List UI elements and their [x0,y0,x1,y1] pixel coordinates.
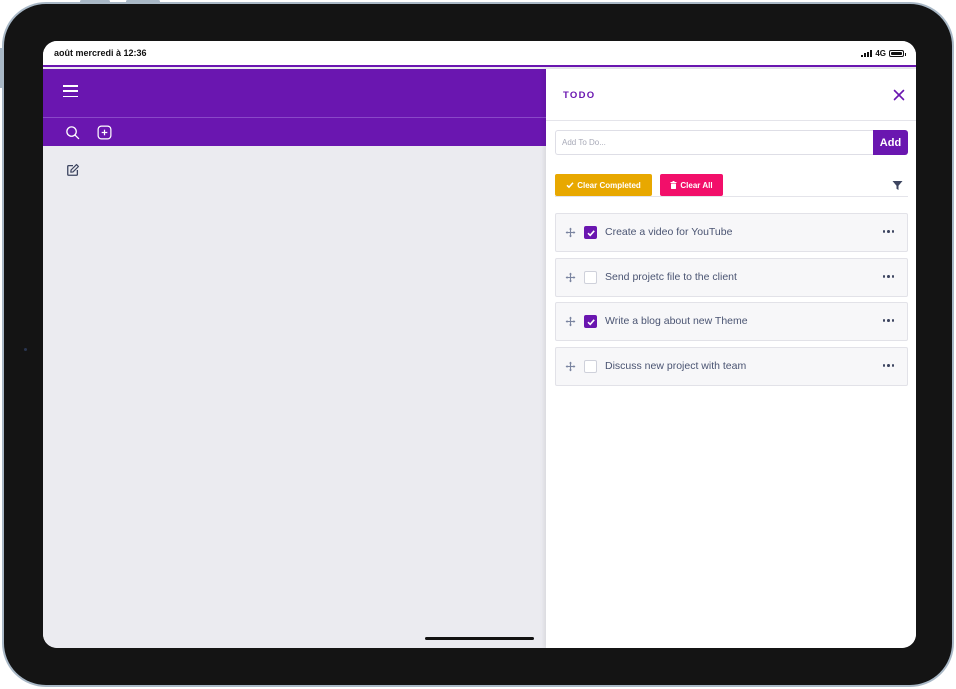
drag-handle-icon[interactable] [565,272,576,283]
todo-checkbox[interactable] [584,315,597,328]
edit-icon[interactable] [66,163,80,177]
hardware-button [80,0,110,3]
todo-header: TODO [546,69,916,121]
hamburger-icon[interactable] [63,85,78,98]
more-options-icon[interactable] [883,364,894,368]
toolbar [43,117,546,146]
left-pane [43,69,546,648]
clear-completed-button[interactable]: Clear Completed [555,174,652,196]
drag-handle-icon[interactable] [565,316,576,327]
hardware-button [0,48,2,88]
filter-row: Clear Completed Clear All [555,174,908,197]
todo-list: Create a video for YouTube Send projetc f… [555,213,908,392]
camera-dot [24,348,27,351]
todo-item[interactable]: Write a blog about new Theme [555,302,908,341]
status-bar: août mercredi à 12:36 4G [43,41,916,67]
check-icon [566,182,574,189]
check-icon [587,319,595,326]
todo-text: Write a blog about new Theme [605,315,748,327]
todo-text: Create a video for YouTube [605,226,733,238]
hardware-button [126,0,160,3]
clear-completed-label: Clear Completed [577,180,641,190]
status-indicators: 4G [861,49,906,58]
todo-panel: TODO Add Clear Completed Clear All Creat… [546,69,916,648]
todo-text: Discuss new project with team [605,360,747,372]
status-time: août mercredi à 12:36 [54,48,147,58]
add-button[interactable]: Add [873,130,908,155]
clear-all-label: Clear All [680,180,713,190]
screen: août mercredi à 12:36 4G TODO Add To Do.… [43,41,916,648]
trash-icon [670,181,677,189]
home-indicator [425,637,534,640]
add-square-icon[interactable] [97,125,112,140]
todo-checkbox[interactable] [584,360,597,373]
todo-item[interactable]: Create a video for YouTube [555,213,908,252]
close-icon[interactable] [892,88,906,102]
more-options-icon[interactable] [883,319,894,323]
check-icon [587,230,595,237]
drag-handle-icon[interactable] [565,361,576,372]
signal-icon [861,50,873,57]
todo-text: Send projetc file to the client [605,271,737,283]
todo-item[interactable]: Send projetc file to the client [555,258,908,297]
filter-icon[interactable] [892,180,903,191]
network-label: 4G [875,49,886,58]
search-icon[interactable] [65,125,80,140]
more-options-icon[interactable] [883,230,894,234]
add-todo-input[interactable] [555,130,873,155]
more-options-icon[interactable] [883,275,894,279]
top-bar [43,69,546,117]
todo-checkbox[interactable] [584,271,597,284]
clear-all-button[interactable]: Clear All [660,174,723,196]
todo-checkbox[interactable] [584,226,597,239]
drag-handle-icon[interactable] [565,227,576,238]
todo-title: TODO [563,90,596,101]
todo-item[interactable]: Discuss new project with team [555,347,908,386]
battery-icon [889,50,906,57]
